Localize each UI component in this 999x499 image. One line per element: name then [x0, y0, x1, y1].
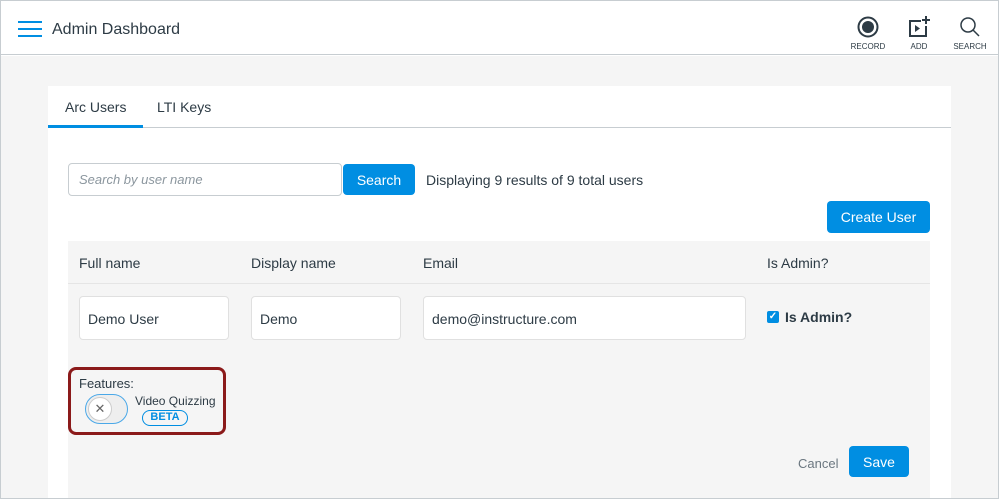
result-count: Displaying 9 results of 9 total users: [426, 172, 644, 188]
checkbox-checked-icon: ✓: [767, 311, 779, 323]
features-section: Features: ✕ Video Quizzing BETA: [68, 367, 226, 435]
close-icon: ✕: [88, 397, 112, 421]
video-quizzing-label: Video Quizzing: [135, 394, 216, 408]
header-email: Email: [423, 255, 459, 271]
full-name-field[interactable]: Demo User: [79, 296, 229, 340]
header-display-name: Display name: [251, 255, 336, 271]
add-media-icon: [897, 15, 941, 39]
create-user-button[interactable]: Create User: [827, 201, 930, 233]
hamburger-menu-icon[interactable]: [18, 21, 42, 39]
display-name-field[interactable]: Demo: [251, 296, 401, 340]
save-button[interactable]: Save: [849, 446, 909, 477]
tab-lti-keys[interactable]: LTI Keys: [157, 99, 211, 115]
add-label: ADD: [910, 42, 928, 51]
search-input[interactable]: [68, 163, 342, 196]
video-quizzing-toggle[interactable]: ✕: [85, 394, 128, 424]
record-button[interactable]: RECORD: [846, 15, 890, 51]
email-field[interactable]: demo@instructure.com: [423, 296, 746, 340]
app-header: Admin Dashboard RECORD ADD SEARCH: [1, 1, 998, 55]
header-is-admin: Is Admin?: [767, 255, 829, 271]
is-admin-label: Is Admin?: [785, 309, 853, 325]
main-panel: Arc Users LTI Keys Search Displaying 9 r…: [48, 86, 951, 498]
divider: [68, 283, 930, 284]
search-button[interactable]: Search: [343, 164, 415, 195]
search-tool-button[interactable]: SEARCH: [948, 15, 992, 51]
cancel-button[interactable]: Cancel: [798, 456, 838, 471]
record-label: RECORD: [850, 42, 886, 51]
is-admin-checkbox[interactable]: ✓ Is Admin?: [767, 309, 852, 325]
add-button[interactable]: ADD: [897, 15, 941, 51]
search-tool-label: SEARCH: [953, 42, 987, 51]
tab-bar: Arc Users LTI Keys: [48, 86, 951, 128]
header-full-name: Full name: [79, 255, 141, 271]
search-icon: [948, 15, 992, 39]
features-label: Features:: [79, 376, 134, 391]
beta-badge: BETA: [142, 410, 188, 426]
page-title: Admin Dashboard: [52, 21, 181, 38]
record-icon: [846, 15, 890, 39]
tab-arc-users[interactable]: Arc Users: [48, 99, 144, 128]
users-table: Full name Display name Email Is Admin? D…: [68, 241, 930, 498]
